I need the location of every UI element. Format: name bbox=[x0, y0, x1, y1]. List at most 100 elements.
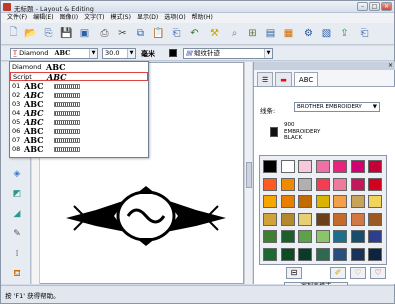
save-as-icon[interactable]: ▣ bbox=[77, 26, 92, 41]
fill-tool-icon[interactable]: ⛾ bbox=[9, 266, 25, 282]
card-icon[interactable]: ▧ bbox=[319, 26, 334, 41]
palette-swatch[interactable] bbox=[298, 160, 312, 173]
paste-icon[interactable]: 📋 bbox=[151, 26, 166, 41]
palette-swatch[interactable] bbox=[333, 247, 347, 261]
palette-swatch[interactable] bbox=[368, 177, 382, 191]
palette-swatch[interactable] bbox=[298, 212, 312, 226]
palette-swatch[interactable] bbox=[280, 195, 295, 208]
palette-swatch[interactable] bbox=[315, 177, 330, 191]
close-button[interactable]: × bbox=[381, 2, 392, 11]
zoom-icon[interactable]: ⌕ bbox=[227, 26, 242, 41]
copy-icon[interactable]: ⧉ bbox=[133, 26, 148, 41]
palette-swatch[interactable] bbox=[298, 177, 312, 191]
palette-swatch[interactable] bbox=[263, 212, 277, 226]
palette-swatch[interactable] bbox=[368, 160, 382, 173]
new-file-icon[interactable]: 🗋 bbox=[6, 26, 21, 41]
palette-swatch[interactable] bbox=[315, 160, 330, 173]
chevron-down-icon[interactable]: ▼ bbox=[264, 49, 272, 58]
palette-swatch[interactable] bbox=[315, 247, 330, 261]
tab-layout[interactable]: ☰ bbox=[257, 72, 274, 86]
close-icon[interactable]: × bbox=[388, 62, 393, 70]
print-icon[interactable]: ⎙ bbox=[97, 26, 112, 41]
properties-icon[interactable]: ⚙ bbox=[301, 26, 316, 41]
palette-swatch[interactable] bbox=[368, 247, 382, 261]
palette-swatch[interactable] bbox=[350, 177, 365, 191]
arrange-icon[interactable]: ⊞ bbox=[245, 26, 260, 41]
pen-tool-icon[interactable]: ✎ bbox=[9, 226, 25, 242]
size-select[interactable]: 30.0 ▼ bbox=[102, 48, 136, 59]
font-select[interactable]: T̲ Diamond ABC ▼ bbox=[10, 48, 98, 59]
palette-swatch[interactable] bbox=[315, 212, 330, 226]
color-swatch-button[interactable] bbox=[167, 46, 179, 59]
cut-icon[interactable]: ✂ bbox=[115, 26, 130, 41]
embroidery-design[interactable] bbox=[66, 186, 226, 246]
palette-swatch[interactable] bbox=[280, 177, 295, 191]
palette-swatch[interactable] bbox=[350, 195, 365, 208]
palette-swatch[interactable] bbox=[263, 160, 277, 173]
menu-image[interactable]: 图像(I) bbox=[60, 13, 78, 23]
palette-swatch[interactable] bbox=[333, 230, 347, 243]
font-list-item[interactable]: 08 ABC bbox=[10, 145, 148, 154]
menu-options[interactable]: 选项(O) bbox=[164, 13, 185, 23]
stitch-tool-icon[interactable]: ⁞ bbox=[9, 246, 25, 262]
palette-swatch[interactable] bbox=[280, 230, 295, 243]
stitch-icon[interactable]: ▦ bbox=[281, 26, 296, 41]
palette-swatch[interactable] bbox=[315, 230, 330, 243]
shape-tool-icon[interactable]: ◈ bbox=[9, 166, 25, 182]
menu-display[interactable]: 显示(D) bbox=[137, 13, 158, 23]
duplicate-icon[interactable]: ⎗ bbox=[169, 26, 184, 41]
chevron-down-icon[interactable]: ▼ bbox=[127, 49, 135, 58]
palette-swatch[interactable] bbox=[298, 195, 312, 208]
preview-icon[interactable]: ▤ bbox=[263, 26, 278, 41]
palette-swatch[interactable] bbox=[298, 230, 312, 243]
palette-swatch[interactable] bbox=[368, 230, 382, 243]
palette-swatch[interactable] bbox=[350, 247, 365, 261]
maximize-button[interactable]: □ bbox=[369, 2, 380, 11]
palette-swatch[interactable] bbox=[333, 177, 347, 191]
menu-text[interactable]: 文字(T) bbox=[84, 13, 104, 23]
palette-button-2[interactable]: ✐ bbox=[330, 267, 346, 279]
vertical-scrollbar[interactable] bbox=[244, 62, 252, 284]
palette-swatch[interactable] bbox=[280, 160, 295, 173]
font-list-item-selected[interactable]: Script ABC bbox=[10, 72, 148, 82]
palette-button-4[interactable]: ♡ bbox=[370, 267, 386, 279]
palette-swatch[interactable] bbox=[333, 212, 347, 226]
scrollbar-thumb[interactable] bbox=[246, 162, 252, 188]
import-icon[interactable]: ⎘ bbox=[41, 26, 56, 41]
menu-edit[interactable]: 编辑(E) bbox=[33, 13, 53, 23]
palette-swatch[interactable] bbox=[333, 160, 347, 173]
palette-swatch[interactable] bbox=[315, 195, 330, 208]
select-icon[interactable]: ⚒ bbox=[207, 26, 222, 41]
save-icon[interactable]: 💾 bbox=[59, 26, 74, 41]
menu-file[interactable]: 文件(F) bbox=[7, 13, 27, 23]
thread-brand-select[interactable]: BROTHER EMBROIDERY ▼ bbox=[294, 102, 380, 112]
palette-swatch[interactable] bbox=[280, 247, 295, 261]
palette-swatch[interactable] bbox=[350, 160, 365, 173]
transfer-icon[interactable]: ⇪ bbox=[337, 26, 352, 41]
palette-swatch[interactable] bbox=[368, 195, 382, 208]
menu-mode[interactable]: 模式(S) bbox=[110, 13, 131, 23]
chevron-down-icon[interactable]: ▼ bbox=[373, 103, 377, 111]
menu-help[interactable]: 帮助(H) bbox=[192, 13, 213, 23]
palette-swatch[interactable] bbox=[263, 247, 277, 261]
palette-swatch[interactable] bbox=[263, 230, 277, 243]
tab-text[interactable]: ABC bbox=[293, 72, 319, 86]
font-list-item[interactable]: Diamond ABC bbox=[10, 63, 148, 72]
open-folder-icon[interactable]: 📂 bbox=[23, 26, 38, 41]
palette-swatch[interactable] bbox=[350, 230, 365, 243]
write-card-icon[interactable]: ⎗ bbox=[357, 26, 372, 41]
corner-tool-icon[interactable]: ◢ bbox=[9, 206, 25, 222]
chevron-down-icon[interactable]: ▼ bbox=[89, 49, 97, 58]
tracing-tool-icon[interactable]: ◩ bbox=[9, 186, 25, 202]
palette-button-1[interactable]: ⊟ bbox=[286, 267, 302, 279]
palette-swatch[interactable] bbox=[263, 177, 277, 191]
tab-color[interactable]: ▬ bbox=[275, 72, 292, 86]
undo-icon[interactable]: ↶ bbox=[187, 26, 202, 41]
stitch-select[interactable]: ///// 缎纹针迹 ▼ bbox=[183, 48, 273, 59]
palette-button-3[interactable]: ♡ bbox=[350, 267, 366, 279]
palette-swatch[interactable] bbox=[298, 247, 312, 261]
palette-swatch[interactable] bbox=[280, 212, 295, 226]
palette-swatch[interactable] bbox=[263, 195, 277, 208]
palette-swatch[interactable] bbox=[350, 212, 365, 226]
minimize-button[interactable]: – bbox=[357, 2, 368, 11]
